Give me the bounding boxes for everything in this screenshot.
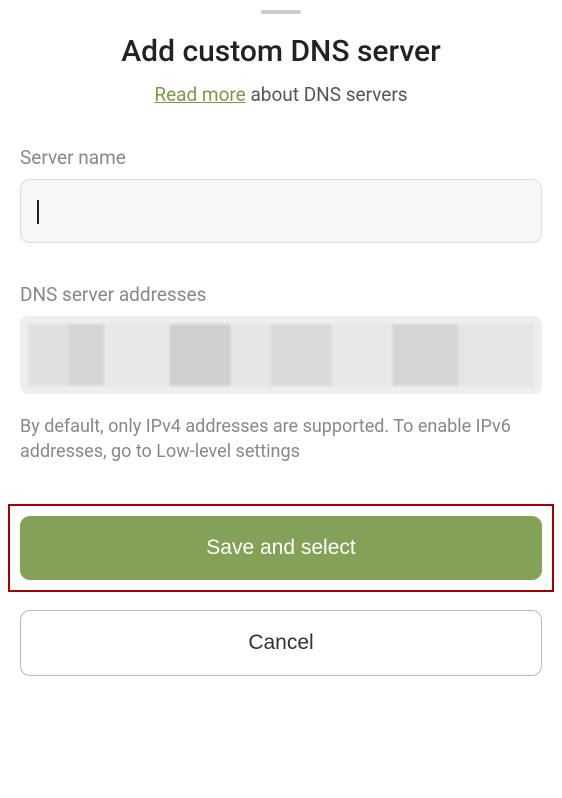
- cancel-button[interactable]: Cancel: [20, 610, 542, 676]
- server-name-label: Server name: [20, 146, 542, 169]
- subtitle: Read more about DNS servers: [20, 83, 542, 106]
- highlight-box: Save and select: [8, 504, 554, 592]
- hint-text: By default, only IPv4 addresses are supp…: [20, 414, 542, 464]
- drag-handle[interactable]: [261, 10, 301, 14]
- blurred-content: [28, 324, 534, 386]
- page-title: Add custom DNS server: [20, 34, 542, 69]
- subtitle-text: about DNS servers: [246, 83, 408, 106]
- save-button[interactable]: Save and select: [20, 516, 542, 580]
- addresses-input[interactable]: [20, 316, 542, 394]
- read-more-link[interactable]: Read more: [154, 83, 245, 106]
- addresses-label: DNS server addresses: [20, 283, 542, 306]
- server-name-input[interactable]: [20, 179, 542, 243]
- text-cursor: [37, 200, 39, 224]
